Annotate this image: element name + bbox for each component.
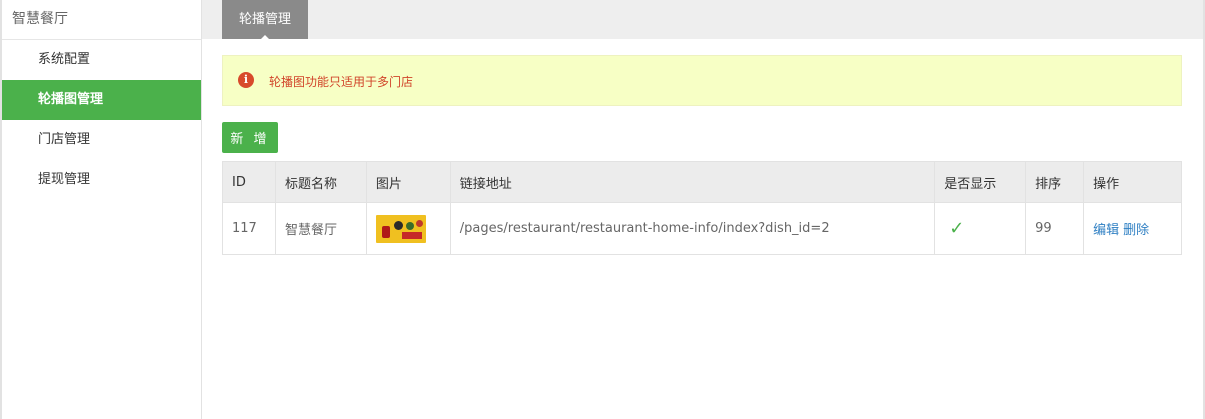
tab-bar: 轮播管理 <box>202 0 1203 40</box>
sidebar-title: 智慧餐厅 <box>2 0 201 40</box>
info-circle-icon: i <box>238 72 254 88</box>
sidebar-item-store-management[interactable]: 门店管理 <box>2 120 201 160</box>
cell-title: 智慧餐厅 <box>274 202 367 255</box>
banner-thumbnail[interactable] <box>375 214 426 243</box>
sidebar: 智慧餐厅 系统配置 轮播图管理 门店管理 提现管理 <box>0 0 202 419</box>
edit-link[interactable]: 编辑 <box>1093 223 1119 238</box>
notice-banner: i 轮播图功能只适用于多门店 <box>222 55 1182 106</box>
carousel-table: ID 标题名称 图片 链接地址 是否显示 排序 操作 117 智慧餐厅 /pag… <box>222 161 1182 255</box>
cell-sort: 99 <box>1025 202 1085 255</box>
column-header-link: 链接地址 <box>449 161 936 203</box>
cell-actions: 编辑 删除 <box>1083 202 1182 255</box>
cell-id: 117 <box>222 202 276 255</box>
delete-link[interactable]: 删除 <box>1123 223 1149 238</box>
add-button[interactable]: 新 增 <box>222 122 278 153</box>
sidebar-item-carousel-management[interactable]: 轮播图管理 <box>2 80 201 120</box>
column-header-id: ID <box>222 161 276 203</box>
table-header-row: ID 标题名称 图片 链接地址 是否显示 排序 操作 <box>222 161 1182 203</box>
cell-image <box>365 202 451 255</box>
check-icon: ✓ <box>949 218 965 239</box>
sidebar-item-system-config[interactable]: 系统配置 <box>2 40 201 80</box>
column-header-sort: 排序 <box>1025 161 1085 203</box>
column-header-visible: 是否显示 <box>934 161 1027 203</box>
table-row: 117 智慧餐厅 /pages/restaurant/restaurant-ho… <box>222 202 1182 255</box>
sidebar-item-withdrawal-management[interactable]: 提现管理 <box>2 160 201 200</box>
tab-carousel-management[interactable]: 轮播管理 <box>222 0 308 40</box>
cell-visible: ✓ <box>934 202 1027 255</box>
cell-link: /pages/restaurant/restaurant-home-info/i… <box>449 202 936 255</box>
column-header-actions: 操作 <box>1083 161 1182 203</box>
sidebar-menu: 系统配置 轮播图管理 门店管理 提现管理 <box>2 40 201 200</box>
notice-text: 轮播图功能只适用于多门店 <box>269 75 414 89</box>
column-header-title: 标题名称 <box>274 161 367 203</box>
column-header-image: 图片 <box>365 161 451 203</box>
main-content: 轮播管理 i 轮播图功能只适用于多门店 新 增 ID 标题名称 图片 链接地址 … <box>202 0 1205 419</box>
